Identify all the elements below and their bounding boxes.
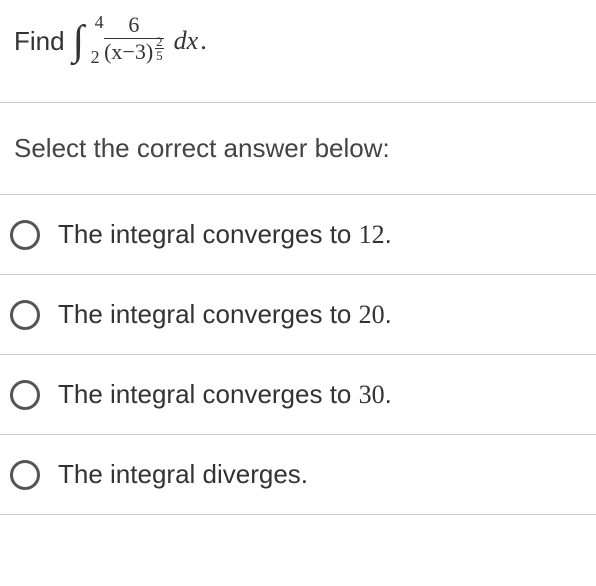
- radio-icon: [10, 300, 40, 330]
- integral-expression: ∫ 4 2 6 (x−3) 2 5 dx.: [73, 14, 207, 68]
- integrand-fraction: 6 (x−3) 2 5: [104, 14, 164, 68]
- instruction-section: Select the correct answer below:: [0, 102, 596, 195]
- radio-icon: [10, 460, 40, 490]
- denominator: (x−3) 2 5: [104, 39, 164, 68]
- option-suffix: .: [385, 219, 392, 249]
- question-stem: Find ∫ 4 2 6 (x−3) 2 5 dx.: [0, 0, 596, 82]
- options-list: The integral converges to 12. The integr…: [0, 195, 596, 515]
- find-label: Find: [14, 26, 65, 57]
- option-prefix: The integral converges to: [58, 219, 359, 249]
- option-0[interactable]: The integral converges to 12.: [0, 195, 596, 275]
- period: .: [200, 26, 207, 56]
- integral-symbol-wrap: ∫ 4 2: [73, 20, 85, 62]
- lower-bound: 2: [91, 47, 100, 68]
- exponent-bot: 5: [155, 49, 164, 62]
- denominator-base: (x−3): [104, 41, 153, 63]
- upper-bound: 4: [95, 12, 104, 33]
- option-suffix: .: [385, 379, 392, 409]
- exponent-fraction: 2 5: [155, 35, 164, 62]
- option-value: 20: [359, 300, 385, 329]
- option-1[interactable]: The integral converges to 20.: [0, 275, 596, 355]
- radio-icon: [10, 380, 40, 410]
- instruction-text: Select the correct answer below:: [14, 133, 582, 164]
- exponent-top: 2: [155, 35, 164, 48]
- radio-icon: [10, 220, 40, 250]
- option-prefix: The integral diverges.: [58, 459, 308, 489]
- dx: dx: [174, 26, 199, 56]
- option-text: The integral converges to 30.: [58, 379, 392, 410]
- option-suffix: .: [385, 299, 392, 329]
- option-prefix: The integral converges to: [58, 379, 359, 409]
- numerator: 6: [122, 14, 145, 38]
- option-3[interactable]: The integral diverges.: [0, 435, 596, 515]
- option-2[interactable]: The integral converges to 30.: [0, 355, 596, 435]
- option-text: The integral converges to 20.: [58, 299, 392, 330]
- option-prefix: The integral converges to: [58, 299, 359, 329]
- option-text: The integral diverges.: [58, 459, 308, 490]
- option-value: 30: [359, 380, 385, 409]
- option-value: 12: [359, 220, 385, 249]
- option-text: The integral converges to 12.: [58, 219, 392, 250]
- integral-symbol: ∫: [73, 20, 85, 62]
